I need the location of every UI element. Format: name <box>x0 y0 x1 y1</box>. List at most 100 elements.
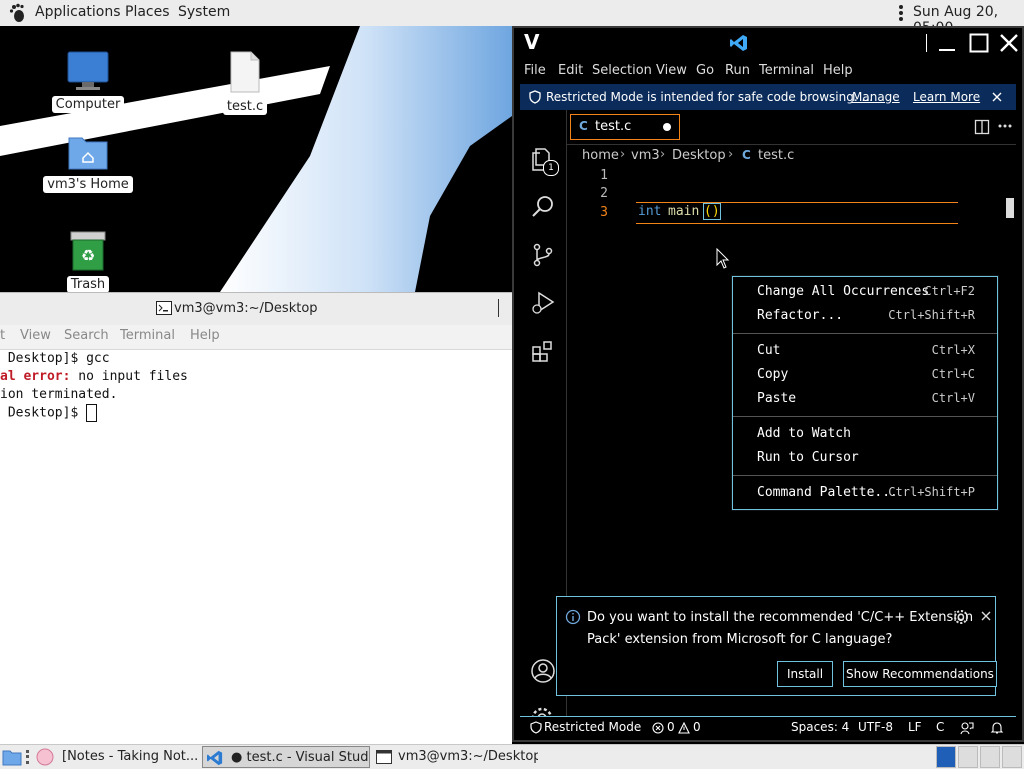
search-icon[interactable] <box>530 194 556 220</box>
menu-item-cut[interactable]: Cut Ctrl+X <box>733 340 997 362</box>
notification-close-icon[interactable] <box>981 611 991 621</box>
breadcrumb-home[interactable]: home <box>582 148 619 163</box>
status-eol[interactable]: LF <box>908 720 922 734</box>
vscode-window[interactable]: V File Edit Selection View Go Run Termin… <box>512 26 1024 742</box>
notification-gear-icon[interactable] <box>953 609 969 625</box>
explorer-badge: 1 <box>543 160 559 176</box>
home-folder-desktop-icon[interactable]: vm3's Home <box>43 132 133 193</box>
status-error-count[interactable]: 0 <box>667 720 675 734</box>
status-indentation[interactable]: Spaces: 4 <box>791 720 849 734</box>
bottom-taskbar: [Notes - Taking Not... ● test.c - Visual… <box>0 744 1024 769</box>
menu-file[interactable]: File <box>524 63 546 78</box>
notifications-bell-icon[interactable] <box>990 721 1004 735</box>
workspace-1[interactable] <box>936 746 956 768</box>
explorer-icon[interactable]: 1 <box>530 146 559 176</box>
scrollbar-thumb[interactable] <box>1006 198 1014 218</box>
menu-item-command-palette[interactable]: Command Palette... Ctrl+Shift+P <box>733 482 997 504</box>
terminal-menu-terminal[interactable]: Terminal <box>120 328 175 343</box>
titlebar-separator <box>926 34 927 52</box>
menu-item-add-to-watch[interactable]: Add to Watch <box>733 423 997 445</box>
status-warning-count[interactable]: 0 <box>693 720 701 734</box>
more-actions-icon[interactable] <box>998 124 1012 128</box>
terminal-menu-search[interactable]: Search <box>64 328 109 343</box>
status-encoding[interactable]: UTF-8 <box>858 720 893 734</box>
maximize-icon[interactable] <box>969 33 989 53</box>
taskbar-item-notes[interactable]: [Notes - Taking Not... <box>62 746 198 768</box>
menu-view[interactable]: View <box>656 63 687 78</box>
breadcrumb-desktop[interactable]: Desktop <box>672 148 726 163</box>
terminal-line: al error: no input files <box>0 369 188 384</box>
breadcrumb: home › vm3 › Desktop › C test.c <box>566 144 1016 168</box>
terminal-menubar: t View Search Terminal Help <box>0 325 512 350</box>
close-icon[interactable] <box>999 33 1019 53</box>
notification-line-2: Pack' extension from Microsoft for C lan… <box>587 632 893 647</box>
source-control-icon[interactable] <box>530 242 556 268</box>
menu-edit[interactable]: Edit <box>558 63 583 78</box>
menu-item-run-to-cursor[interactable]: Run to Cursor <box>733 447 997 469</box>
menu-help[interactable]: Help <box>823 63 853 78</box>
feedback-icon[interactable] <box>960 721 974 735</box>
menu-run[interactable]: Run <box>725 63 750 78</box>
menu-item-paste[interactable]: Paste Ctrl+V <box>733 388 997 410</box>
applications-menu[interactable]: Applications <box>35 4 121 20</box>
banner-text: Restricted Mode is intended for safe cod… <box>546 90 873 104</box>
terminal-menu-help[interactable]: Help <box>190 328 220 343</box>
unsaved-dot-icon[interactable] <box>663 123 671 131</box>
banner-close-icon[interactable] <box>992 92 1002 102</box>
trash-desktop-icon[interactable]: ♻ Trash <box>43 230 133 292</box>
text-file-icon <box>230 51 260 93</box>
menu-separator <box>733 416 997 417</box>
desktop-icon-label: Computer <box>51 96 125 113</box>
warning-icon <box>678 722 690 734</box>
show-recommendations-button[interactable]: Show Recommendations <box>843 661 997 687</box>
terminal-line: Desktop]$ gcc <box>0 351 110 366</box>
breadcrumb-file[interactable]: test.c <box>758 148 794 163</box>
status-bar: Restricted Mode 0 0 Spaces: 4 UTF-8 LF C <box>520 716 1016 739</box>
test-c-desktop-icon[interactable]: test.c <box>200 50 290 115</box>
menu-item-copy[interactable]: Copy Ctrl+C <box>733 364 997 386</box>
system-menu[interactable]: System <box>178 4 230 20</box>
workspace-3[interactable] <box>980 746 1000 768</box>
code-editor[interactable]: 1 2 3 int main () Change All Occurrences… <box>556 168 1016 716</box>
chevron-right-icon: › <box>728 147 734 162</box>
breadcrumb-vm3[interactable]: vm3 <box>631 148 660 163</box>
terminal-titlebar[interactable]: vm3@vm3:~/Desktop <box>0 292 512 326</box>
menu-item-change-all-occurrences[interactable]: Change All Occurrences Ctrl+F2 <box>733 281 997 303</box>
extensions-icon[interactable] <box>530 338 556 364</box>
trash-icon: ♻ <box>70 231 106 271</box>
workspace-4[interactable] <box>1002 746 1022 768</box>
tab-test-c[interactable]: C test.c <box>570 114 680 140</box>
desktop-icon-label: vm3's Home <box>43 176 133 193</box>
run-debug-icon[interactable] <box>530 290 556 316</box>
info-icon <box>565 609 581 625</box>
workspace-2[interactable] <box>958 746 978 768</box>
show-desktop-icon[interactable] <box>2 748 22 766</box>
minimize-icon[interactable] <box>938 34 956 52</box>
learn-more-link[interactable]: Learn More <box>913 90 980 104</box>
panel-kebab-icon[interactable] <box>898 5 904 25</box>
status-restricted-mode[interactable]: Restricted Mode <box>544 720 641 734</box>
computer-desktop-icon[interactable]: Computer <box>43 50 133 113</box>
line-number: 1 <box>600 168 608 183</box>
menu-item-refactor[interactable]: Refactor... Ctrl+Shift+R <box>733 305 997 327</box>
manage-link[interactable]: Manage <box>852 90 900 104</box>
taskbar-item-vscode[interactable]: ● test.c - Visual Stud... <box>202 746 370 768</box>
restricted-mode-banner: Restricted Mode is intended for safe cod… <box>520 84 1016 110</box>
terminal-menu-tabs[interactable]: t <box>0 328 5 343</box>
terminal-menu-view[interactable]: View <box>20 328 51 343</box>
vscode-titlebar[interactable]: V <box>514 28 1022 58</box>
places-menu[interactable]: Places <box>125 4 170 20</box>
install-button[interactable]: Install <box>777 661 833 687</box>
terminal-window[interactable]: vm3@vm3:~/Desktop t View Search Terminal… <box>0 292 512 744</box>
code-keyword: int <box>638 204 662 219</box>
split-editor-icon[interactable] <box>974 119 990 135</box>
status-language[interactable]: C <box>936 720 944 734</box>
account-icon[interactable] <box>530 658 556 684</box>
gnome-foot-icon[interactable] <box>8 3 28 23</box>
menu-selection[interactable]: Selection <box>592 63 652 78</box>
menu-terminal[interactable]: Terminal <box>759 63 814 78</box>
menu-go[interactable]: Go <box>696 63 714 78</box>
shield-icon <box>530 721 542 734</box>
desktop-icon-label: Trash <box>66 276 110 292</box>
taskbar-item-terminal[interactable]: vm3@vm3:~/Desktop <box>398 746 538 768</box>
